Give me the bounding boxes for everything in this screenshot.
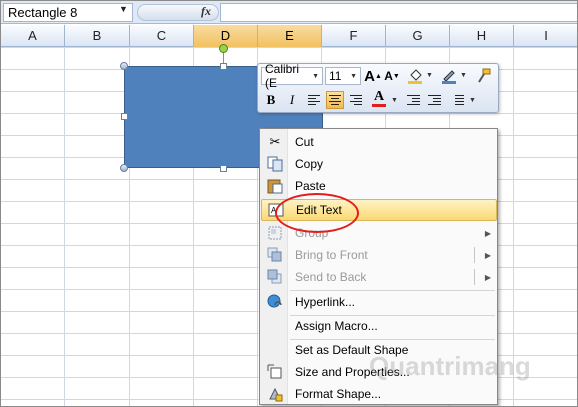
menu-item-label: Hyperlink... [295, 295, 356, 309]
menu-item-label: Format Shape... [295, 387, 382, 401]
column-header-c[interactable]: C [130, 25, 194, 47]
resize-handle-bottom[interactable] [220, 165, 227, 172]
format-shape-icon [263, 384, 287, 404]
bold-icon: B [266, 92, 276, 107]
menu-item-label: Bring to Front [295, 248, 368, 262]
split-separator [474, 247, 475, 263]
fill-color-button[interactable] [406, 67, 424, 85]
menu-item-send-to-back[interactable]: Send to Back ▶ [261, 266, 497, 288]
menu-item-label: Send to Back [295, 270, 367, 284]
font-color-dropdown-icon[interactable]: ▼ [391, 97, 398, 104]
menu-icon-placeholder [263, 316, 287, 336]
pen-icon [442, 70, 456, 84]
grow-font-button[interactable]: A ▲ [364, 67, 382, 85]
bold-button[interactable]: B [262, 91, 280, 109]
insert-function-icon[interactable]: fx [201, 4, 211, 19]
column-header-b[interactable]: B [65, 25, 130, 47]
name-box-value: Rectangle 8 [8, 5, 78, 20]
name-box[interactable]: Rectangle 8 [3, 3, 133, 22]
group-icon [263, 223, 287, 243]
format-painter-icon [478, 68, 491, 83]
column-header-i[interactable]: I [514, 25, 577, 47]
align-right-icon [350, 95, 362, 105]
menu-item-hyperlink[interactable]: Hyperlink... [261, 291, 497, 313]
chevron-down-icon: ▼ [350, 72, 357, 80]
increase-indent-icon [427, 95, 441, 105]
submenu-arrow-icon: ▶ [484, 250, 491, 260]
align-center-button[interactable] [326, 91, 344, 109]
column-headers: A B C D E F G H I [1, 25, 577, 47]
align-right-button[interactable] [347, 91, 365, 109]
align-left-icon [308, 95, 320, 105]
formula-bar: Rectangle 8 ▼ fx [1, 1, 577, 24]
bullets-dropdown-icon[interactable]: ▼ [469, 97, 476, 104]
font-color-button[interactable]: A [370, 89, 388, 107]
copy-icon [263, 154, 287, 174]
column-header-a[interactable]: A [1, 25, 65, 47]
font-size-dropdown[interactable]: 11 ▼ [325, 67, 361, 85]
menu-item-cut[interactable]: ✂ Cut [261, 131, 497, 153]
menu-item-label: Cut [295, 135, 314, 149]
menu-item-bring-to-front[interactable]: Bring to Front ▶ [261, 244, 497, 266]
menu-item-label: Paste [295, 179, 326, 193]
size-properties-icon [263, 362, 287, 382]
align-center-icon [329, 95, 341, 105]
submenu-arrow-icon: ▶ [484, 272, 491, 282]
resize-handle-bottom-left[interactable] [120, 164, 128, 172]
format-painter-button[interactable] [474, 67, 492, 85]
font-name-dropdown[interactable]: Calibri (E ▼ [261, 62, 323, 90]
shrink-font-icon: A [384, 69, 393, 83]
column-header-g[interactable]: G [386, 25, 450, 47]
line-color-dropdown-icon[interactable]: ▼ [460, 72, 467, 79]
menu-item-copy[interactable]: Copy [261, 153, 497, 175]
column-header-e[interactable]: E [258, 25, 322, 47]
resize-handle-top[interactable] [220, 63, 227, 70]
resize-handle-top-left[interactable] [120, 62, 128, 70]
mini-toolbar: Calibri (E ▼ 11 ▼ A ▲ A ▼ ▼ ▼ B I A ▼ ▼ [257, 62, 499, 113]
hyperlink-icon [263, 292, 287, 312]
italic-button[interactable]: I [283, 91, 301, 109]
column-header-h[interactable]: H [450, 25, 514, 47]
fill-color-dropdown-icon[interactable]: ▼ [426, 72, 433, 79]
watermark: Quantrimang [369, 351, 531, 381]
font-name-value: Calibri (E [265, 62, 300, 90]
bullets-button[interactable] [448, 91, 466, 109]
chevron-down-icon: ▼ [312, 72, 319, 80]
menu-item-paste[interactable]: Paste [261, 175, 497, 197]
send-to-back-icon [263, 267, 287, 287]
menu-item-label: Copy [295, 157, 324, 171]
highlight-ring [275, 193, 359, 233]
increase-indent-button[interactable] [425, 91, 443, 109]
column-header-d[interactable]: D [194, 25, 258, 47]
align-left-button[interactable] [305, 91, 323, 109]
submenu-arrow-icon: ▶ [484, 228, 491, 238]
decrease-indent-button[interactable] [404, 91, 422, 109]
split-separator [474, 269, 475, 285]
excel-window: Rectangle 8 ▼ fx A B C D E F G H I Calib… [0, 0, 578, 407]
shrink-font-button[interactable]: A ▼ [383, 67, 401, 85]
resize-handle-left[interactable] [121, 113, 128, 120]
menu-icon-placeholder [263, 340, 287, 360]
font-size-value: 11 [329, 69, 342, 83]
column-header-f[interactable]: F [322, 25, 386, 47]
bullets-icon [451, 95, 464, 105]
grow-font-icon: A [364, 67, 375, 85]
formula-input[interactable] [220, 3, 577, 22]
font-color-swatch [372, 103, 386, 107]
line-color-button[interactable] [440, 67, 458, 85]
paint-bucket-icon [408, 69, 422, 84]
menu-item-assign-macro[interactable]: Assign Macro... [261, 315, 497, 337]
font-color-icon: A [373, 88, 385, 104]
bring-to-front-icon [263, 245, 287, 265]
decrease-indent-icon [406, 95, 420, 105]
rotation-handle[interactable] [219, 44, 228, 53]
menu-item-label: Assign Macro... [295, 319, 378, 333]
scissors-icon: ✂ [269, 134, 281, 149]
name-box-dropdown-icon[interactable]: ▼ [119, 4, 128, 14]
menu-item-format-shape[interactable]: Format Shape... [261, 383, 497, 405]
italic-icon: I [289, 92, 295, 107]
paste-icon [263, 176, 287, 196]
